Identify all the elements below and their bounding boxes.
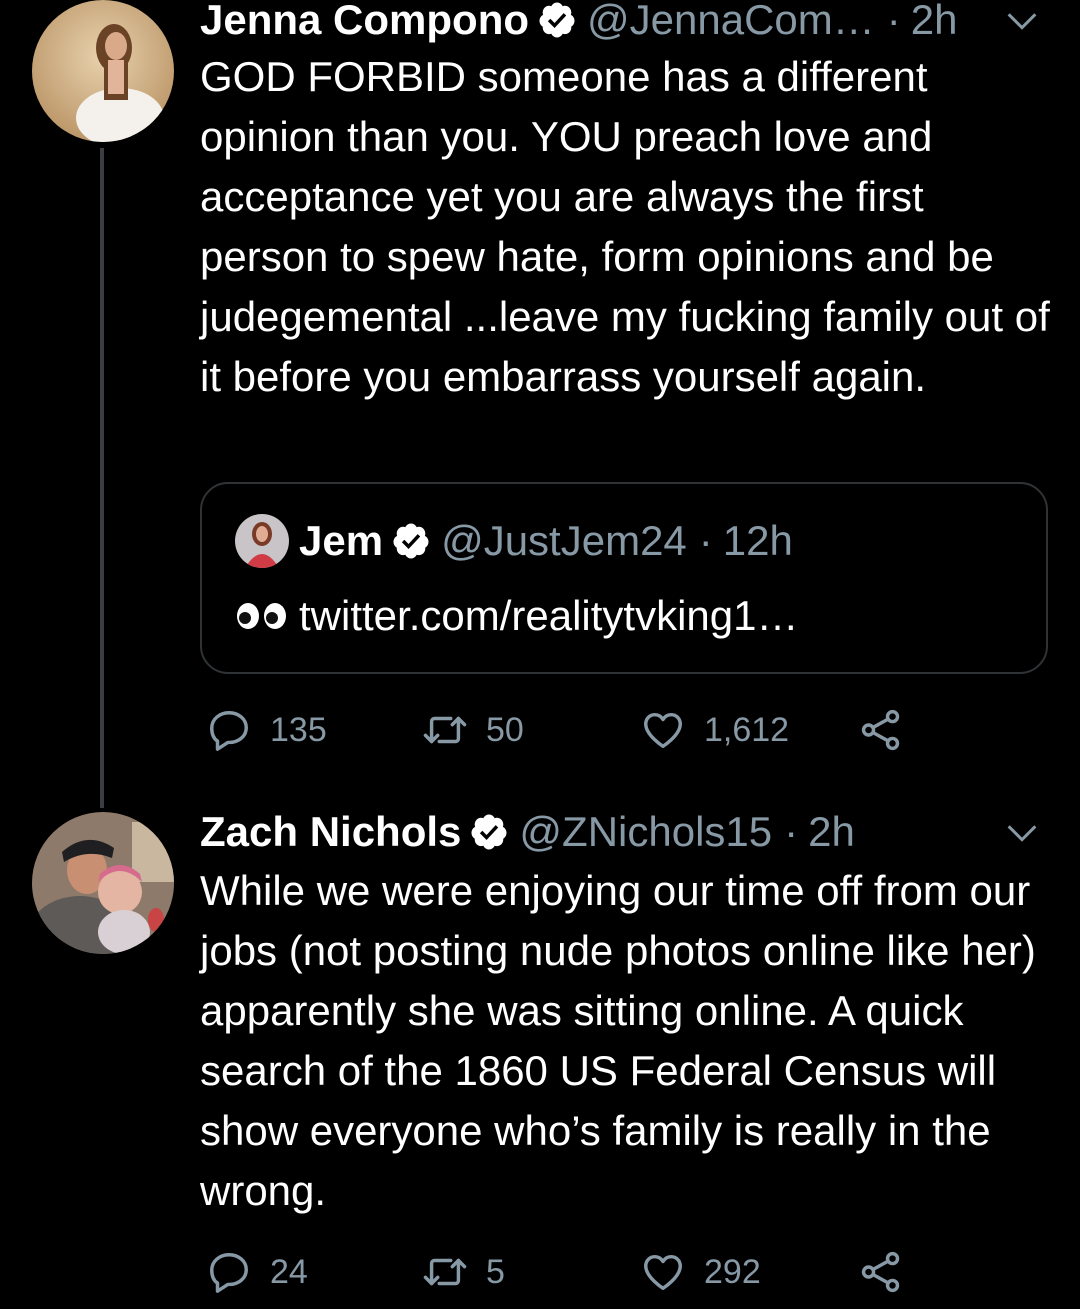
tweet-text: GOD FORBID someone has a different opini…	[200, 53, 1050, 400]
like-count: 1,612	[704, 710, 790, 749]
tweet[interactable]: Jenna Compono @JennaCom… · 2h GOD FORBID…	[0, 0, 1080, 790]
heart-icon	[640, 707, 686, 753]
quoted-username[interactable]: @JustJem24	[441, 517, 687, 565]
avatar[interactable]	[32, 0, 174, 142]
share-icon	[858, 707, 904, 753]
retweet-button[interactable]: 5	[422, 1249, 505, 1295]
heart-icon	[640, 1249, 686, 1295]
quoted-display-name[interactable]: Jem	[299, 517, 383, 565]
reply-count: 24	[270, 1252, 308, 1291]
timestamp[interactable]: 2h	[911, 0, 958, 44]
reply-button[interactable]: 135	[206, 707, 327, 753]
tweet-header: Zach Nichols @ZNichols15 · 2h	[200, 807, 1050, 857]
reply-icon	[206, 707, 252, 753]
verified-badge-icon	[469, 812, 509, 852]
tweet-actions: 135 50 1,612	[200, 705, 960, 755]
share-icon	[858, 1249, 904, 1295]
like-count: 292	[704, 1252, 761, 1291]
retweet-button[interactable]: 50	[422, 707, 524, 753]
tweet-text: While we were enjoying our time off from…	[200, 867, 1036, 1214]
separator: ·	[698, 517, 713, 564]
like-button[interactable]: 292	[640, 1249, 761, 1295]
tweet[interactable]: Zach Nichols @ZNichols15 · 2h While we w…	[0, 808, 1080, 1309]
quoted-avatar[interactable]	[235, 514, 289, 568]
display-name[interactable]: Zach Nichols	[200, 808, 461, 856]
username[interactable]: @ZNichols15	[519, 808, 772, 856]
display-name[interactable]: Jenna Compono	[200, 0, 529, 44]
quoted-tweet[interactable]: Jem @JustJem24 · 12h twitter.com/reality…	[200, 482, 1048, 674]
reply-button[interactable]: 24	[206, 1249, 308, 1295]
retweet-icon	[422, 1249, 468, 1295]
quoted-timestamp[interactable]: 12h	[723, 517, 793, 565]
eyes-emoji-icon	[237, 603, 286, 629]
reply-count: 135	[270, 710, 327, 749]
retweet-icon	[422, 707, 468, 753]
reply-icon	[206, 1249, 252, 1295]
quoted-link[interactable]: twitter.com/realitytvking1…	[299, 592, 799, 640]
avatar[interactable]	[32, 812, 174, 954]
username[interactable]: @JennaCom…	[587, 0, 875, 44]
retweet-count: 50	[486, 710, 524, 749]
chevron-down-icon[interactable]	[1002, 1, 1042, 41]
chevron-down-icon[interactable]	[1002, 813, 1042, 853]
tweet-header: Jenna Compono @JennaCom… · 2h	[200, 0, 1050, 45]
like-button[interactable]: 1,612	[640, 707, 789, 753]
share-button[interactable]	[858, 707, 922, 753]
separator: ·	[886, 0, 901, 43]
separator: ·	[784, 808, 799, 855]
verified-badge-icon	[537, 0, 577, 40]
verified-badge-icon	[391, 521, 431, 561]
share-button[interactable]	[858, 1249, 922, 1295]
tweet-actions: 24 5 292	[200, 1247, 960, 1297]
quoted-text: twitter.com/realitytvking1…	[235, 592, 799, 640]
quoted-header: Jem @JustJem24 · 12h	[299, 514, 793, 568]
timestamp[interactable]: 2h	[808, 808, 855, 856]
retweet-count: 5	[486, 1252, 505, 1291]
